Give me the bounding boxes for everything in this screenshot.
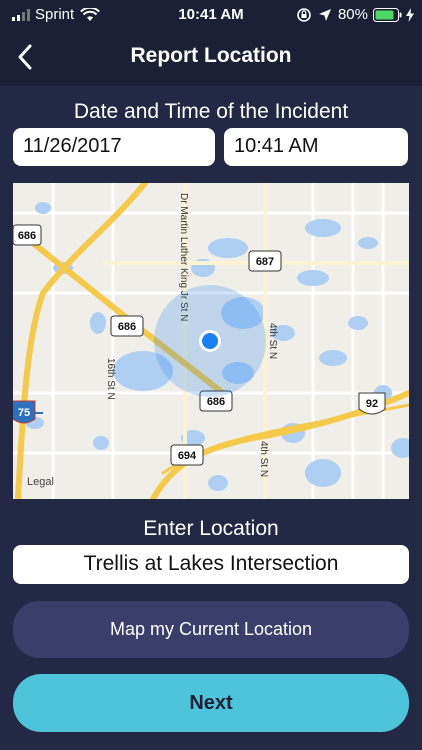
status-right: 80% bbox=[296, 6, 414, 23]
location-arrow-icon bbox=[318, 8, 331, 21]
orientation-lock-icon bbox=[297, 7, 311, 22]
nav-bar: Report Location bbox=[0, 30, 422, 86]
route-92-shield: 92 bbox=[358, 392, 386, 415]
map-legal-link[interactable]: Legal bbox=[27, 476, 54, 488]
svg-text:694: 694 bbox=[178, 450, 197, 462]
time-field[interactable]: 10:41 AM bbox=[224, 128, 408, 166]
svg-text:686: 686 bbox=[118, 321, 136, 333]
map-current-location-button[interactable]: Map my Current Location bbox=[13, 601, 409, 658]
svg-text:686: 686 bbox=[18, 230, 36, 242]
svg-text:686: 686 bbox=[207, 396, 225, 408]
svg-text:75: 75 bbox=[18, 407, 30, 419]
map-street-label-16th: 16th St N bbox=[105, 358, 116, 400]
page-title: Report Location bbox=[130, 44, 292, 67]
interstate-75-shield: 75 bbox=[13, 400, 36, 424]
map-canvas[interactable]: Dr Martin Luther King Jr St N 4th St N 1… bbox=[13, 183, 409, 499]
map-street-label-4th-upper: 4th St N bbox=[267, 323, 278, 359]
route-694-shield: 694 bbox=[170, 444, 204, 466]
location-input[interactable]: Trellis at Lakes Intersection bbox=[13, 545, 409, 584]
date-field[interactable]: 11/26/2017 bbox=[13, 128, 215, 166]
route-686-shield-center: 686 bbox=[110, 315, 144, 337]
battery-icon bbox=[373, 7, 402, 22]
current-location-dot bbox=[202, 333, 218, 349]
incident-datetime-label: Date and Time of the Incident bbox=[73, 100, 349, 123]
next-button[interactable]: Next bbox=[13, 674, 409, 732]
status-bar: Sprint 10:41 AM 80% bbox=[0, 0, 422, 30]
enter-location-label: Enter Location bbox=[143, 517, 279, 540]
map-view[interactable]: Dr Martin Luther King Jr St N 4th St N 1… bbox=[13, 183, 409, 499]
route-686-shield-west: 686 bbox=[13, 224, 42, 246]
battery-percent: 80% bbox=[337, 6, 368, 23]
svg-text:687: 687 bbox=[256, 256, 274, 268]
map-street-label-4th-lower: 4th St N bbox=[258, 441, 269, 477]
svg-text:92: 92 bbox=[366, 398, 378, 410]
charging-icon bbox=[406, 7, 414, 22]
route-687-shield: 687 bbox=[248, 250, 282, 272]
